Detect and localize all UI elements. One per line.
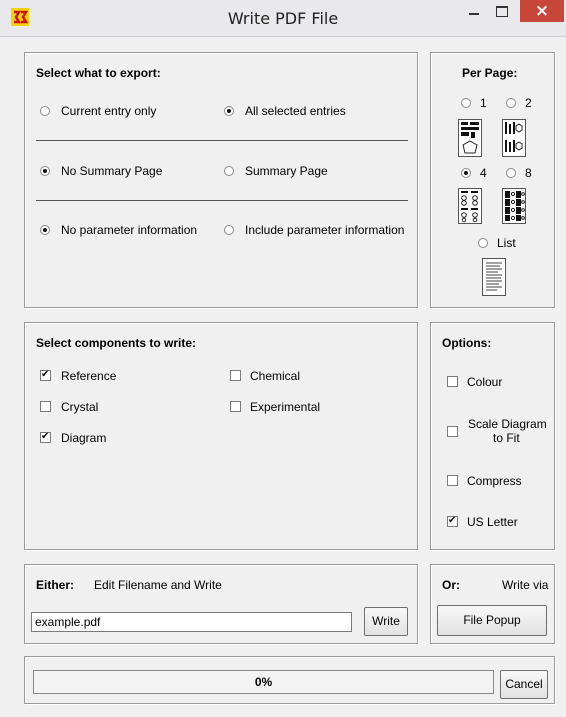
layout-list-icon bbox=[482, 258, 506, 296]
scale-diagram-label-line2: to Fit bbox=[493, 431, 520, 445]
all-selected-radio[interactable] bbox=[224, 106, 234, 116]
layout-1-icon bbox=[458, 119, 482, 157]
us-letter-label: US Letter bbox=[467, 515, 518, 529]
file-popup-button[interactable]: File Popup bbox=[437, 605, 547, 636]
per-page-1-label: 1 bbox=[480, 96, 487, 110]
layout-8-icon bbox=[502, 188, 526, 224]
current-entry-radio[interactable] bbox=[40, 106, 50, 116]
layout-2-icon bbox=[502, 119, 526, 157]
either-heading: Either: bbox=[36, 578, 75, 592]
per-page-8-label: 8 bbox=[525, 166, 532, 180]
scale-diagram-label-line1: Scale Diagram bbox=[468, 417, 547, 431]
per-page-list-label: List bbox=[497, 236, 516, 250]
per-page-2-label: 2 bbox=[525, 96, 532, 110]
per-page-2-radio[interactable] bbox=[506, 98, 516, 108]
per-page-4-label: 4 bbox=[480, 166, 487, 180]
chemical-label: Chemical bbox=[250, 369, 301, 383]
crystal-checkbox[interactable] bbox=[40, 401, 51, 412]
minimize-icon bbox=[469, 13, 479, 15]
or-heading: Or: bbox=[442, 578, 460, 592]
progress-bar: 0% bbox=[33, 670, 494, 694]
per-page-1-radio[interactable] bbox=[461, 98, 471, 108]
no-parameter-label: No parameter information bbox=[61, 223, 198, 237]
experimental-checkbox[interactable] bbox=[230, 401, 241, 412]
include-parameter-radio[interactable] bbox=[224, 225, 234, 235]
us-letter-checkbox[interactable] bbox=[447, 514, 458, 528]
experimental-label: Experimental bbox=[250, 400, 321, 414]
either-instruction: Edit Filename and Write bbox=[94, 578, 222, 592]
title-bar: Write PDF File × bbox=[0, 0, 566, 37]
either-panel bbox=[24, 564, 418, 644]
maximize-button[interactable] bbox=[488, 0, 516, 22]
summary-page-label: Summary Page bbox=[245, 164, 328, 178]
per-page-list-radio[interactable] bbox=[478, 238, 488, 248]
per-page-4-radio[interactable] bbox=[461, 168, 471, 178]
export-panel bbox=[24, 52, 418, 308]
layout-4-icon bbox=[458, 188, 482, 224]
components-heading: Select components to write: bbox=[36, 336, 197, 350]
compress-label: Compress bbox=[467, 474, 522, 488]
minimize-button[interactable] bbox=[460, 0, 488, 22]
export-divider-2 bbox=[36, 200, 408, 201]
reference-label: Reference bbox=[61, 369, 117, 383]
crystal-label: Crystal bbox=[61, 400, 99, 414]
include-parameter-label: Include parameter information bbox=[245, 223, 405, 237]
all-selected-label: All selected entries bbox=[245, 104, 346, 118]
compress-checkbox[interactable] bbox=[447, 475, 458, 486]
close-icon: × bbox=[534, 1, 550, 21]
colour-label: Colour bbox=[467, 375, 503, 389]
summary-page-radio[interactable] bbox=[224, 166, 234, 176]
chemical-checkbox[interactable] bbox=[230, 370, 241, 381]
progress-text: 0% bbox=[254, 675, 273, 689]
reference-checkbox[interactable] bbox=[40, 368, 51, 382]
per-page-heading: Per Page: bbox=[462, 66, 518, 80]
no-summary-radio[interactable] bbox=[40, 166, 50, 176]
maximize-icon bbox=[496, 6, 508, 17]
cancel-button[interactable]: Cancel bbox=[500, 670, 548, 699]
export-heading: Select what to export: bbox=[36, 66, 161, 80]
filename-input[interactable]: example.pdf bbox=[31, 612, 352, 632]
diagram-label: Diagram bbox=[61, 431, 107, 445]
current-entry-label: Current entry only bbox=[61, 104, 157, 118]
no-parameter-radio[interactable] bbox=[40, 225, 50, 235]
diagram-checkbox[interactable] bbox=[40, 430, 51, 444]
export-divider-1 bbox=[36, 140, 408, 141]
per-page-8-radio[interactable] bbox=[506, 168, 516, 178]
scale-diagram-checkbox[interactable] bbox=[447, 426, 458, 437]
close-button[interactable]: × bbox=[520, 0, 564, 22]
options-heading: Options: bbox=[442, 336, 492, 350]
colour-checkbox[interactable] bbox=[447, 376, 458, 387]
no-summary-label: No Summary Page bbox=[61, 164, 163, 178]
or-instruction: Write via bbox=[502, 578, 549, 592]
write-button[interactable]: Write bbox=[364, 607, 408, 636]
